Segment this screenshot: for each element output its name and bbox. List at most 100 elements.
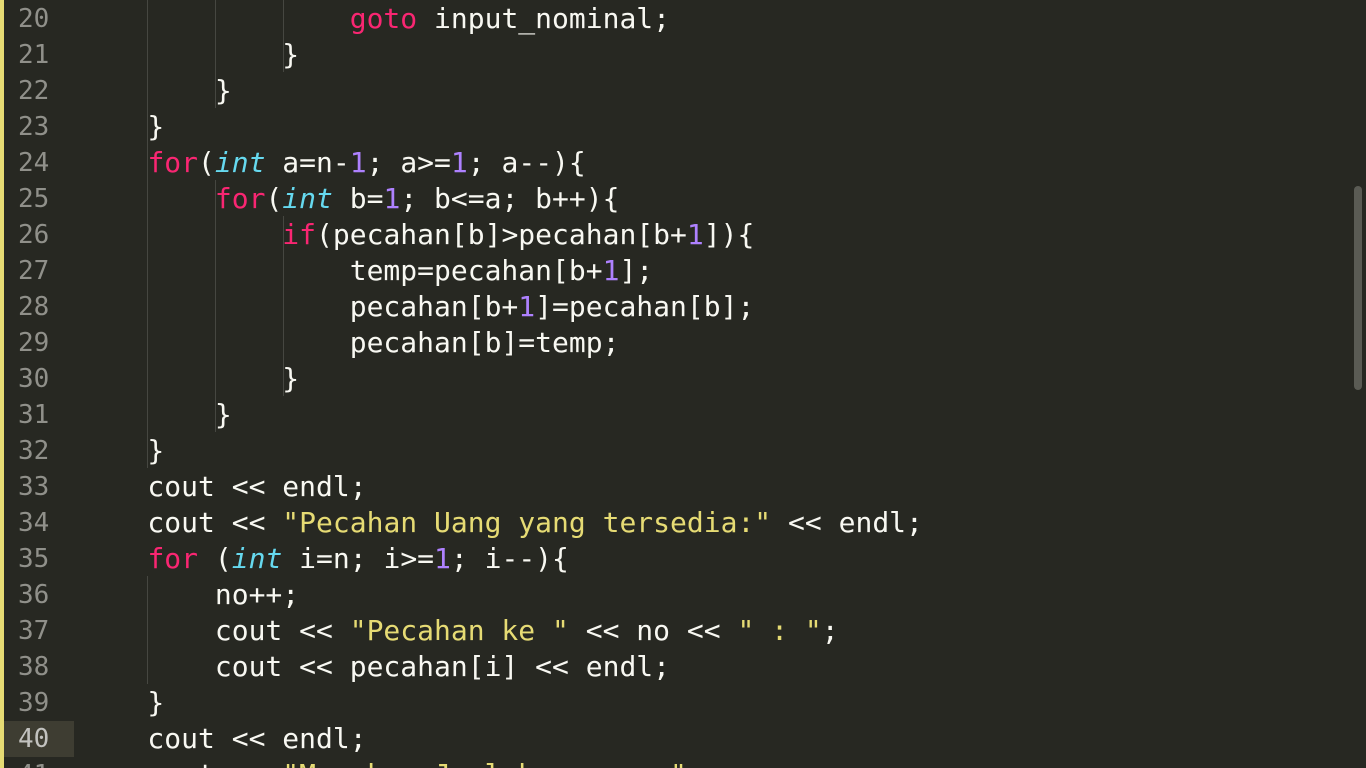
code-line[interactable]: } [80, 685, 164, 721]
gutter-row[interactable]: 34 [4, 505, 74, 541]
line-number: 34 [18, 508, 50, 538]
code-token: } [80, 398, 232, 431]
code-line[interactable]: cout << endl; [80, 721, 366, 757]
gutter-row[interactable]: 22 [4, 73, 74, 109]
gutter-row[interactable]: 31 [4, 397, 74, 433]
code-editor[interactable]: 20 21 22 23 24 25 26 27 28 29 30 31 32 33 34 35 36 37 38 39… [0, 0, 1366, 768]
code-line-text: } [80, 109, 164, 145]
code-token: pecahan[b+ [80, 290, 519, 323]
gutter-row[interactable]: 20 [4, 1, 74, 37]
code-line-text: } [80, 37, 299, 73]
code-line-text: pecahan[b]=temp; [80, 325, 620, 361]
gutter-row[interactable]: 26 [4, 217, 74, 253]
line-number: 27 [18, 256, 50, 286]
gutter-row[interactable]: 23 [4, 109, 74, 145]
gutter-row[interactable]: 38 [4, 649, 74, 685]
code-line[interactable]: cout << "Pecahan Uang yang tersedia:" <<… [80, 505, 922, 541]
code-line[interactable]: } [80, 397, 232, 433]
gutter-row[interactable]: 30 [4, 361, 74, 397]
line-number: 31 [18, 400, 50, 430]
code-line[interactable]: for(int b=1; b<=a; b++){ [80, 181, 620, 217]
code-line[interactable]: for(int a=n-1; a>=1; a--){ [80, 145, 585, 181]
code-line[interactable]: pecahan[b+1]=pecahan[b]; [80, 289, 755, 325]
code-line-text: } [80, 361, 299, 397]
scrollbar-thumb[interactable] [1354, 186, 1362, 390]
keyword-token: if [282, 218, 317, 251]
keyword-token: for [214, 182, 266, 215]
code-token: } [80, 362, 300, 395]
code-line-text: cout << endl; [80, 721, 366, 757]
code-line[interactable]: } [80, 37, 299, 73]
code-line[interactable]: temp=pecahan[b+1]; [80, 253, 653, 289]
code-token: ; a>= [366, 146, 451, 179]
gutter-row[interactable]: 36 [4, 577, 74, 613]
vertical-scrollbar[interactable] [1352, 0, 1366, 768]
number-token: 1 [434, 542, 451, 575]
code-line[interactable]: } [80, 361, 299, 397]
code-area[interactable]: goto input_nominal; } } } for(int a=n-1;… [80, 0, 1350, 768]
number-token: 1 [686, 218, 704, 251]
gutter-row[interactable]: 24 [4, 145, 74, 181]
code-line[interactable]: cout << endl; [80, 469, 366, 505]
gutter-row[interactable]: 40 [4, 721, 74, 757]
gutter-row[interactable]: 27 [4, 253, 74, 289]
line-number: 22 [18, 76, 50, 106]
line-number: 32 [18, 436, 50, 466]
gutter-row[interactable]: 41 [4, 757, 74, 768]
line-number: 36 [18, 580, 50, 610]
code-token: } [80, 38, 300, 71]
gutter-row[interactable]: 33 [4, 469, 74, 505]
code-line-text: } [80, 685, 164, 721]
gutter-row[interactable]: 37 [4, 613, 74, 649]
line-number: 20 [18, 4, 50, 34]
code-line-text: cout << "Masukan Jumlah uang : "; [80, 757, 703, 768]
code-line-text: pecahan[b+1]=pecahan[b]; [80, 289, 755, 325]
code-line[interactable]: no++; [80, 577, 299, 613]
code-line[interactable]: cout << pecahan[i] << endl; [80, 649, 670, 685]
gutter-row[interactable]: 32 [4, 433, 74, 469]
code-token: ; b<=a; b++){ [400, 182, 620, 215]
code-line[interactable]: } [80, 109, 164, 145]
gutter-row[interactable]: 35 [4, 541, 74, 577]
line-number: 38 [18, 652, 50, 682]
line-number: 30 [18, 364, 50, 394]
code-line-text: for(int b=1; b<=a; b++){ [80, 181, 620, 217]
code-line-text: } [80, 73, 232, 109]
code-line-text: cout << "Pecahan ke " << no << " : "; [80, 613, 839, 649]
gutter-row[interactable]: 39 [4, 685, 74, 721]
code-line[interactable]: pecahan[b]=temp; [80, 325, 620, 361]
code-line[interactable]: cout << "Masukan Jumlah uang : "; [80, 757, 703, 768]
line-number: 25 [18, 184, 50, 214]
code-line-text: } [80, 433, 164, 469]
code-line[interactable]: goto input_nominal; [80, 1, 670, 37]
gutter-row[interactable]: 29 [4, 325, 74, 361]
line-number: 21 [18, 40, 50, 70]
code-line[interactable]: } [80, 433, 164, 469]
line-number: 24 [18, 148, 50, 178]
gutter-row[interactable]: 28 [4, 289, 74, 325]
code-line[interactable]: if(pecahan[b]>pecahan[b+1]){ [80, 217, 754, 253]
code-line[interactable]: } [80, 73, 232, 109]
gutter-row[interactable]: 25 [4, 181, 74, 217]
type-token: int [282, 182, 333, 215]
line-number: 33 [18, 472, 50, 502]
code-token: ]=pecahan[b]; [535, 290, 755, 323]
gutter-row[interactable]: 21 [4, 37, 74, 73]
line-number: 26 [18, 220, 50, 250]
line-number: 41 [18, 757, 49, 768]
code-token: } [80, 686, 165, 719]
keyword-token: for [147, 542, 199, 575]
keyword-token: for [147, 146, 199, 179]
code-token: } [80, 74, 232, 107]
code-token: << no << [568, 614, 738, 647]
string-token: " : " [737, 614, 822, 647]
code-line[interactable]: cout << "Pecahan ke " << no << " : "; [80, 613, 839, 649]
code-line[interactable]: for (int i=n; i>=1; i--){ [80, 541, 568, 577]
code-token: cout << [80, 614, 350, 647]
type-token: int [231, 542, 283, 575]
string-token: "Masukan Jumlah uang : " [282, 758, 687, 768]
